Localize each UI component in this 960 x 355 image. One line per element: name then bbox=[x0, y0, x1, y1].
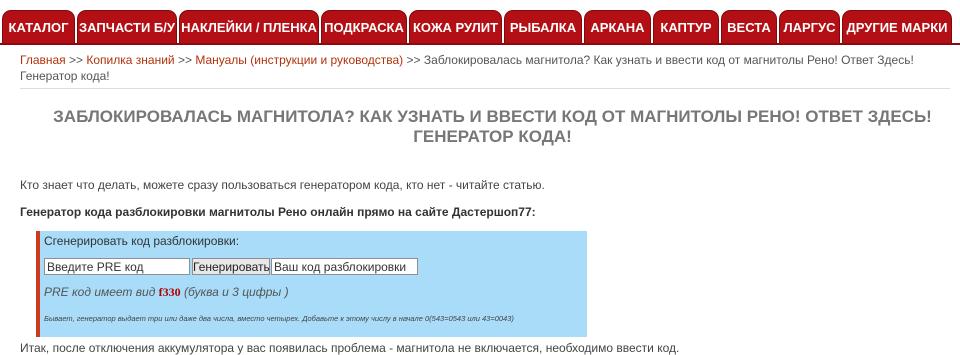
hint-example-code: f330 bbox=[158, 285, 181, 299]
unlock-code-output[interactable] bbox=[271, 258, 418, 275]
nav-tab-touch-up-paint[interactable]: ПОДКРАСКА bbox=[321, 10, 407, 44]
breadcrumb: Главная >> Копилка знаний >> Мануалы (ин… bbox=[20, 52, 945, 84]
breadcrumb-knowledge-link[interactable]: Копилка знаний bbox=[86, 53, 174, 67]
hint-prefix: PRE код имеет вид bbox=[44, 285, 156, 299]
hint-suffix: (буква и 3 цифры ) bbox=[184, 285, 289, 299]
leading-zero-note: Бывает, генератор выдает три или даже дв… bbox=[44, 314, 514, 323]
generator-label: Сгенерировать код разблокировки: bbox=[44, 234, 240, 248]
nav-underline bbox=[0, 43, 960, 45]
nav-tab-stickers-film[interactable]: НАКЛЕЙКИ / ПЛЕНКА bbox=[179, 10, 319, 44]
divider bbox=[20, 88, 950, 89]
pre-code-input[interactable] bbox=[44, 258, 190, 275]
nav-tab-catalog[interactable]: КАТАЛОГ bbox=[2, 10, 75, 44]
article-body-text: Итак, после отключения аккумулятора у ва… bbox=[20, 341, 680, 355]
breadcrumb-separator: >> bbox=[406, 53, 421, 67]
nav-tab-leather[interactable]: КОЖА РУЛИТ bbox=[409, 10, 502, 44]
breadcrumb-separator: >> bbox=[177, 53, 192, 67]
nav-tab-fishing[interactable]: РЫБАЛКА bbox=[504, 10, 582, 44]
breadcrumb-separator: >> bbox=[69, 53, 84, 67]
nav-tab-other-brands[interactable]: ДРУГИЕ МАРКИ bbox=[842, 10, 952, 44]
nav-tab-arkana[interactable]: АРКАНА bbox=[584, 10, 651, 44]
top-navigation: КАТАЛОГ ЗАПЧАСТИ Б/У НАКЛЕЙКИ / ПЛЕНКА П… bbox=[0, 0, 960, 45]
nav-tab-largus[interactable]: ЛАРГУС bbox=[779, 10, 840, 44]
nav-tab-used-parts[interactable]: ЗАПЧАСТИ Б/У bbox=[77, 10, 177, 44]
pre-code-format-hint: PRE код имеет вид f330 (буква и 3 цифры … bbox=[44, 285, 289, 300]
nav-tab-kaptur[interactable]: КАПТУР bbox=[653, 10, 719, 44]
generator-heading: Генератор кода разблокировки магнитолы Р… bbox=[20, 205, 536, 219]
code-generator-panel: Сгенерировать код разблокировки: Генерир… bbox=[36, 231, 587, 337]
nav-tabs: КАТАЛОГ ЗАПЧАСТИ Б/У НАКЛЕЙКИ / ПЛЕНКА П… bbox=[0, 0, 960, 44]
breadcrumb-manuals-link[interactable]: Мануалы (инструкции и руководства) bbox=[195, 53, 403, 67]
intro-text: Кто знает что делать, можете сразу польз… bbox=[20, 178, 545, 192]
breadcrumb-home-link[interactable]: Главная bbox=[20, 53, 66, 67]
page-title: ЗАБЛОКИРОВАЛАСЬ МАГНИТОЛА? КАК УЗНАТЬ И … bbox=[53, 107, 932, 146]
nav-tab-vesta[interactable]: ВЕСТА bbox=[721, 10, 777, 44]
generate-button[interactable]: Генерировать bbox=[192, 258, 270, 275]
